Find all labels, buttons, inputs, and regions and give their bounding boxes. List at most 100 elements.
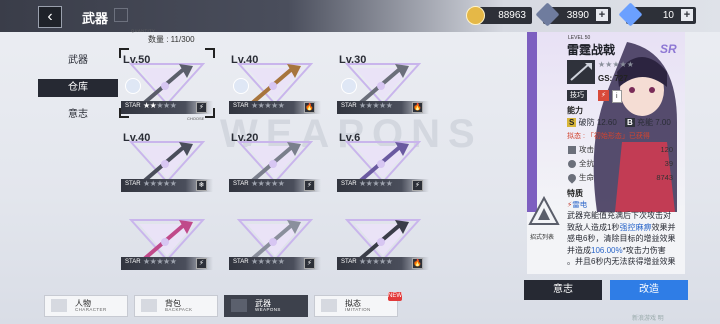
weapon-card[interactable]: Lv.40 STAR ★★★★★ 🔥 bbox=[229, 50, 321, 122]
weapon-stars: ★★★★★ bbox=[143, 101, 177, 110]
element-badge-icon: 🔥 bbox=[412, 102, 423, 113]
charge-stat: B 充能 7.00 bbox=[625, 118, 671, 127]
weapon-stars: ★★★★★ bbox=[359, 179, 393, 188]
element-badge-icon: ⚡ bbox=[196, 258, 207, 269]
selection-corner bbox=[119, 48, 129, 58]
selection-corner bbox=[119, 108, 129, 118]
weapon-level: Lv.40 bbox=[231, 54, 259, 66]
stat-row-health: 生命 8743 bbox=[566, 171, 677, 185]
trait-line: 武器充能值充满后下次攻击对 bbox=[567, 211, 671, 220]
weapon-card[interactable]: STAR ★★★★★ ⚡ bbox=[121, 206, 213, 278]
weapon-card[interactable]: Lv.30 STAR ★★★★★ 🔥 bbox=[337, 50, 429, 122]
weapon-card[interactable]: STAR ★★★★★ 🔥 bbox=[337, 206, 429, 278]
weapon-level: Lv.30 bbox=[339, 54, 367, 66]
equipped-avatar bbox=[125, 78, 141, 94]
backpack-icon bbox=[141, 299, 157, 312]
new-badge: NEW bbox=[388, 292, 402, 301]
element-badge-icon: ⚡ bbox=[412, 180, 423, 191]
tab-backpack[interactable]: 背包 BACKPACK bbox=[134, 295, 218, 317]
star-label: STAR bbox=[341, 103, 357, 109]
back-button[interactable]: ‹ bbox=[38, 6, 62, 28]
weapon-card[interactable]: STAR ★★★★★ ⚡ bbox=[229, 206, 321, 278]
element-badge-icon: 🔥 bbox=[412, 258, 423, 269]
sword-icon bbox=[568, 146, 576, 154]
watermark: 新浪游戏 明 bbox=[632, 316, 664, 322]
element-badge-icon: ⚡ bbox=[304, 258, 315, 269]
imitation-note: 拟态 : 「初始形态」已获得 bbox=[567, 133, 650, 140]
choose-label: CHOOSE bbox=[187, 116, 205, 121]
weapon-level: Lv.6 bbox=[339, 132, 361, 144]
tab-character[interactable]: 人物 CHARACTER bbox=[44, 295, 128, 317]
shield-icon bbox=[568, 160, 576, 168]
stat-row-attack: 攻击 120 bbox=[567, 143, 677, 157]
weapon-stars: ★★★★★ bbox=[251, 101, 285, 110]
capacity-count: 数量 : 11/300 bbox=[148, 35, 195, 44]
grid-icon bbox=[114, 8, 128, 22]
character-icon bbox=[51, 299, 67, 312]
add-crystal-button[interactable]: + bbox=[596, 9, 608, 21]
rarity-badge: SR bbox=[660, 42, 677, 56]
element-badge-icon: 🔥 bbox=[304, 102, 315, 113]
weapon-card[interactable]: Lv.20 STAR ★★★★★ ⚡ bbox=[229, 128, 321, 200]
stat-row-resist: 全抗 39 bbox=[567, 157, 677, 171]
selection-corner bbox=[205, 108, 215, 118]
weapon-stars: ★★★★★ bbox=[359, 101, 393, 110]
weapon-card[interactable]: Lv.50 STAR ★★★★★ ⚡ CHOOSE bbox=[119, 48, 215, 122]
capacity-caption: QUANTITY bbox=[131, 28, 156, 33]
star-label: STAR bbox=[341, 181, 357, 187]
trait-line: 感电6秒，清除目标的增益效果 bbox=[567, 234, 676, 243]
tab-weapons[interactable]: 武器 WEAPONS bbox=[224, 295, 308, 317]
star-label: STAR bbox=[341, 259, 357, 265]
equipped-avatar bbox=[341, 78, 357, 94]
modify-button[interactable]: 改造 bbox=[610, 280, 688, 300]
weapon-stars: ★★★★★ bbox=[143, 179, 177, 188]
move-list-label: 招式列表 bbox=[530, 235, 555, 241]
info-icon[interactable]: i bbox=[612, 90, 622, 103]
star-label: STAR bbox=[233, 259, 249, 265]
weapon-stars: ★★★★★ bbox=[143, 257, 177, 266]
nav-item-weapons[interactable]: 武器 bbox=[38, 52, 118, 70]
weapon-card[interactable]: Lv.6 STAR ★★★★★ ⚡ bbox=[337, 128, 429, 200]
trait-description: 武器充能值充满后下次攻击对 致敌人造成1秒强控麻痹效果并 感电6秒，清除目标的增… bbox=[567, 210, 685, 268]
weapon-name: 雷霆战戟 bbox=[567, 43, 616, 57]
weapon-icon bbox=[231, 299, 247, 312]
imitation-icon bbox=[321, 299, 337, 312]
trait-header: 特质 bbox=[567, 189, 583, 198]
star-label: STAR bbox=[233, 103, 249, 109]
element-badge-icon: ⚡ bbox=[304, 180, 315, 191]
gem-counter: 10 + bbox=[618, 2, 696, 27]
selection-corner bbox=[205, 48, 215, 58]
weapon-card[interactable]: Lv.40 STAR ★★★★★ ❄ bbox=[121, 128, 213, 200]
crystal-counter: 3890 + bbox=[535, 2, 611, 27]
shatter-stat: S 破防 12.60 bbox=[567, 118, 617, 127]
move-list-emblem[interactable] bbox=[528, 196, 560, 230]
coin-icon bbox=[466, 6, 485, 25]
coin-counter: 88963 bbox=[466, 6, 532, 25]
star-label: STAR bbox=[233, 181, 249, 187]
trait-line: 致敌人造成1秒强控麻痹效果并 bbox=[567, 222, 676, 232]
page-title: 武器 bbox=[82, 11, 109, 26]
heart-icon bbox=[566, 172, 578, 184]
element-badge-icon: ❄ bbox=[196, 180, 207, 191]
weapon-stars: ★★★★★ bbox=[251, 257, 285, 266]
trait-line: 并造成106.00%*攻击力伤害 bbox=[567, 245, 666, 255]
element-tag: ⚡ bbox=[598, 90, 609, 101]
skill-tag: 技巧 bbox=[567, 90, 587, 101]
weapon-star-rating: ★★★★★ bbox=[598, 60, 634, 69]
star-label: STAR bbox=[125, 259, 141, 265]
trait-line: 。并且6秒内无法获得增益效果 bbox=[567, 257, 676, 266]
gear-score: GS: 727 bbox=[598, 74, 628, 83]
weapon-stars: ★★★★★ bbox=[251, 179, 285, 188]
tab-imitation[interactable]: 拟态 IMITATION bbox=[314, 295, 398, 317]
weapon-thumbnail bbox=[567, 60, 595, 84]
weapon-stars: ★★★★★ bbox=[359, 257, 393, 266]
nav-item-will[interactable]: 意志 bbox=[38, 106, 118, 124]
star-label: STAR bbox=[125, 181, 141, 187]
weapon-level: Lv.40 bbox=[123, 132, 151, 144]
add-gem-button[interactable]: + bbox=[681, 9, 693, 21]
ability-header: 能力 bbox=[567, 106, 583, 115]
weapon-level: Lv.20 bbox=[231, 132, 259, 144]
will-button[interactable]: 意志 bbox=[524, 280, 602, 300]
nav-item-storage[interactable]: 仓库 bbox=[38, 79, 118, 97]
equipped-avatar bbox=[233, 78, 249, 94]
